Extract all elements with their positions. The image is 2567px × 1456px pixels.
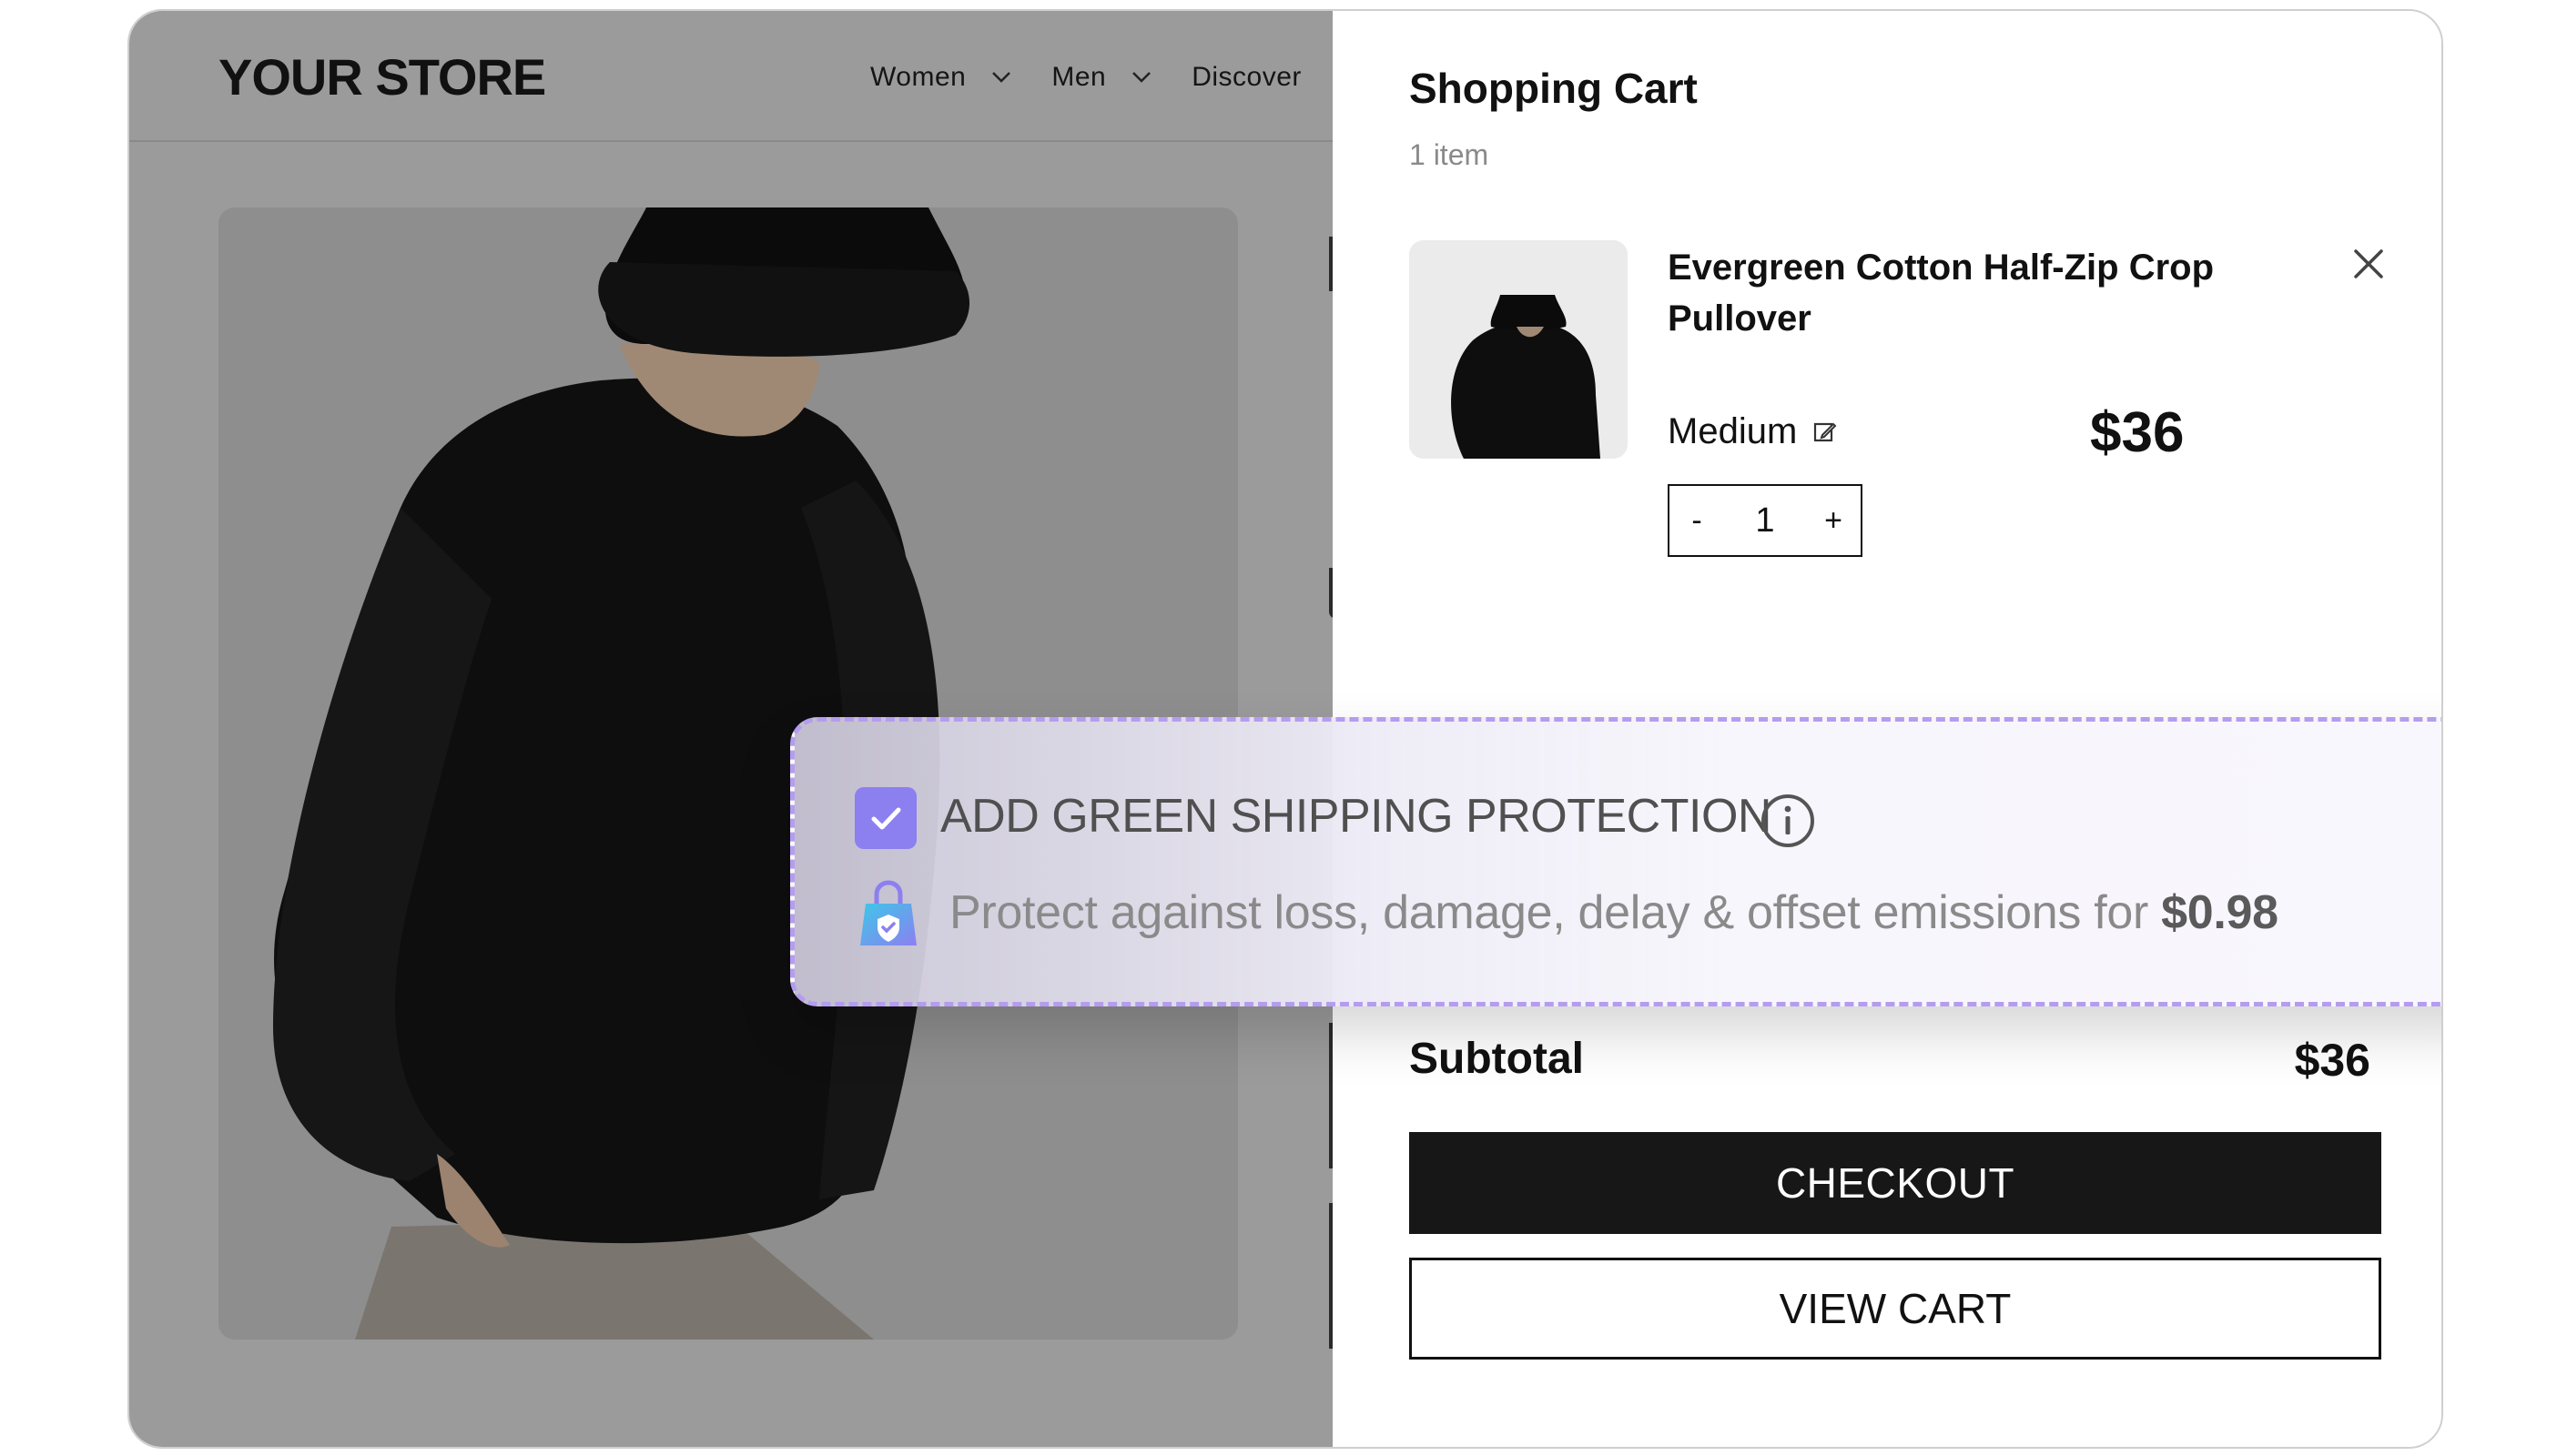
quantity-stepper: - 1 + (1668, 484, 1862, 557)
chevron-down-icon (992, 72, 1011, 83)
chevron-down-icon (1132, 72, 1152, 83)
nav-item-label: Discover (1192, 62, 1302, 92)
checkout-button[interactable]: CHECKOUT (1409, 1132, 2381, 1234)
view-cart-button[interactable]: VIEW CART (1409, 1258, 2381, 1360)
cart-item-variant: Medium (1668, 411, 1837, 452)
store-logo[interactable]: YOUR STORE (218, 47, 546, 106)
nav-item-women[interactable]: Women (870, 62, 1011, 93)
checkmark-icon (871, 807, 901, 830)
protection-description: Protect against loss, damage, delay & of… (949, 885, 2278, 940)
nav-item-discover[interactable]: Discover (1192, 62, 1302, 93)
qty-decrement-button[interactable]: - (1669, 503, 1724, 539)
store-header: YOUR STORE Women Men Discover (129, 11, 1333, 142)
cart-item-count: 1 item (1409, 138, 1489, 171)
cart-item-price: $36 (2090, 401, 2185, 464)
main-nav: Women Men Discover (870, 62, 1342, 93)
protection-description-text: Protect against loss, damage, delay & of… (949, 886, 2148, 939)
protection-checkbox[interactable] (855, 787, 917, 849)
variant-label: Medium (1668, 411, 1798, 451)
nav-item-label: Men (1051, 62, 1107, 92)
browser-frame: YOUR STORE Women Men Discover Shopping C… (127, 9, 2443, 1449)
shield-lock-bag-icon (860, 880, 917, 945)
nav-item-men[interactable]: Men (1051, 62, 1152, 93)
qty-increment-button[interactable]: + (1806, 503, 1861, 539)
cart-item-thumbnail[interactable] (1409, 240, 1628, 459)
protection-price: $0.98 (2161, 886, 2278, 939)
shipping-protection-widget: ADD GREEN SHIPPING PROTECTION Protect ag… (790, 717, 2441, 1006)
info-icon[interactable] (1760, 793, 1816, 849)
subtotal-label: Subtotal (1409, 1035, 1584, 1083)
nav-item-label: Women (870, 62, 967, 92)
protection-title[interactable]: ADD GREEN SHIPPING PROTECTION (940, 789, 1771, 844)
subtotal-value: $36 (2294, 1035, 2370, 1086)
cart-item-name[interactable]: Evergreen Cotton Half-Zip Crop Pullover (1668, 242, 2250, 344)
qty-value[interactable]: 1 (1738, 501, 1792, 541)
edit-icon[interactable] (1813, 420, 1837, 444)
product-thumbnail-photo (1409, 240, 1628, 459)
cart-title: Shopping Cart (1409, 65, 1698, 112)
close-icon[interactable] (2350, 246, 2387, 282)
